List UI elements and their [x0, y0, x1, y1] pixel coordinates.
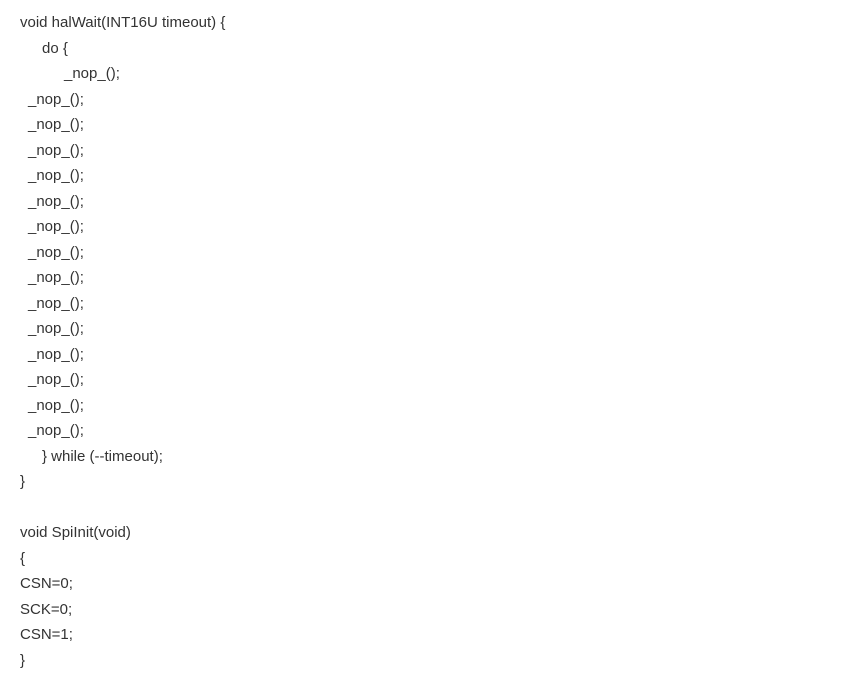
code-line: _nop_(); — [20, 138, 823, 164]
code-line: CSN=1; — [20, 622, 823, 648]
code-line: { — [20, 546, 823, 572]
code-line: _nop_(); — [20, 418, 823, 444]
code-line: _nop_(); — [20, 291, 823, 317]
code-line: _nop_(); — [20, 61, 823, 87]
code-line: _nop_(); — [20, 342, 823, 368]
code-line: } while (--timeout); — [20, 444, 823, 470]
code-line: SCK=0; — [20, 597, 823, 623]
code-line: _nop_(); — [20, 189, 823, 215]
code-line — [20, 495, 823, 521]
code-block: void halWait(INT16U timeout) {do {_nop_(… — [20, 10, 823, 673]
code-line: void SpiInit(void) — [20, 520, 823, 546]
code-line: } — [20, 648, 823, 674]
code-line: CSN=0; — [20, 571, 823, 597]
code-line: _nop_(); — [20, 265, 823, 291]
code-line: _nop_(); — [20, 316, 823, 342]
code-line: _nop_(); — [20, 240, 823, 266]
code-line: _nop_(); — [20, 393, 823, 419]
code-line: void halWait(INT16U timeout) { — [20, 10, 823, 36]
code-line: _nop_(); — [20, 214, 823, 240]
code-line: } — [20, 469, 823, 495]
code-line: _nop_(); — [20, 112, 823, 138]
code-line: _nop_(); — [20, 163, 823, 189]
code-line: do { — [20, 36, 823, 62]
code-line: _nop_(); — [20, 87, 823, 113]
code-line: _nop_(); — [20, 367, 823, 393]
